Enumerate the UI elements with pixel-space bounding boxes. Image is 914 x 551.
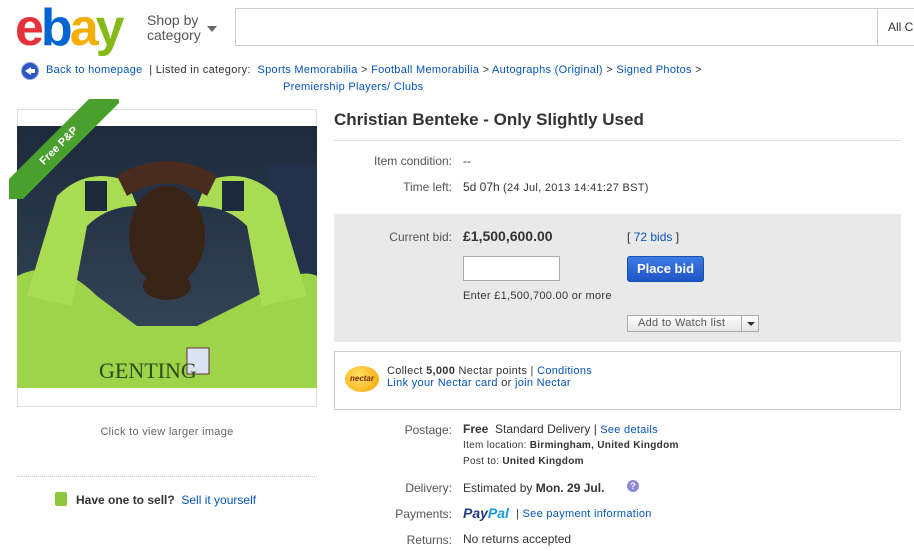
breadcrumb-separator: > (606, 64, 613, 76)
payment-info: | See payment information (516, 508, 652, 520)
sell-section: Have one to sell? Sell it yourself (76, 493, 256, 507)
divider (17, 476, 317, 477)
logo-letter-e: e (15, 0, 44, 57)
postage-value: Free Standard Delivery | See details (463, 422, 658, 436)
condition-value: -- (463, 154, 471, 168)
ribbon-label: Free P&P (9, 99, 119, 199)
listed-in-label: | Listed in category: (149, 64, 251, 76)
bid-history-link[interactable]: 72 bids (634, 230, 673, 244)
breadcrumb-item[interactable]: Signed Photos (616, 64, 691, 76)
breadcrumb-item[interactable]: Premiership Players/ Clubs (283, 81, 423, 93)
postage-label: Postage: (404, 423, 452, 437)
item-location-value: Birmingham, United Kingdom (529, 440, 679, 451)
logo-letter-y: y (95, 0, 125, 57)
delivery-prefix: Estimated by (463, 481, 533, 495)
sell-it-yourself-link[interactable]: Sell it yourself (181, 493, 256, 507)
paypal-logo: PayPal (463, 505, 509, 521)
returns-value: No returns accepted (463, 532, 572, 546)
free-pp-ribbon: Free P&P (9, 99, 119, 199)
watch-list-label: Add to Watch list (638, 317, 726, 329)
time-left-label: Time left: (403, 180, 452, 194)
chevron-down-icon[interactable] (747, 322, 755, 326)
breadcrumb-line2: Premiership Players/ Clubs (283, 80, 423, 95)
post-to: Post to: United Kingdom (463, 456, 584, 467)
nectar-collect: Collect 5,000 Nectar points | Conditions (387, 365, 592, 377)
post-to-label: Post to: (463, 456, 500, 467)
nectar-icon: nectar (345, 366, 379, 392)
delivery-value: Estimated by Mon. 29 Jul. (463, 481, 604, 495)
payments-label: Payments: (395, 507, 452, 521)
or-label: or (501, 377, 512, 389)
current-bid-label: Current bid: (389, 230, 452, 244)
breadcrumb-separator: > (482, 64, 490, 76)
link-nectar-card-link[interactable]: Link your Nectar card (387, 377, 498, 389)
current-bid-value: £1,500,600.00 (463, 228, 553, 244)
delivery-label: Delivery: (405, 481, 452, 495)
delivery-date: Mon. 29 Jul. (535, 481, 605, 495)
bracket: [ (627, 230, 631, 244)
breadcrumb-separator: > (361, 64, 368, 76)
points-suffix: Nectar points | (458, 365, 534, 377)
collect-label: Collect (387, 365, 423, 377)
post-to-value: United Kingdom (502, 456, 584, 467)
breadcrumb-item[interactable]: Autographs (Original) (492, 64, 603, 76)
item-location: Item location: Birmingham, United Kingdo… (463, 440, 679, 451)
nectar-points: 5,000 (426, 365, 456, 377)
payment-sep: | (516, 508, 520, 520)
tag-icon (55, 492, 67, 506)
shirt-sponsor-text: GENTING (99, 358, 197, 383)
chevron-down-icon (207, 26, 217, 32)
all-categories-select[interactable]: All C (877, 8, 914, 46)
end-time: (24 Jul, 2013 14:41:27 BST) (503, 182, 649, 194)
back-arrow-icon[interactable] (21, 62, 39, 80)
bracket: ] (675, 230, 680, 244)
conditions-link[interactable]: Conditions (537, 365, 592, 377)
nectar-links: Link your Nectar card or join Nectar (387, 377, 571, 389)
bid-amount-input[interactable] (463, 256, 560, 281)
breadcrumb-separator: > (695, 64, 702, 76)
page-title: Christian Benteke - Only Slightly Used (334, 110, 644, 129)
shop-by-category-button[interactable]: Shop by category (147, 12, 217, 43)
condition-label: Item condition: (373, 154, 452, 168)
breadcrumb-item[interactable]: Football Memorabilia (371, 64, 479, 76)
logo-letter-b: b (40, 0, 73, 57)
divider (741, 316, 742, 331)
bid-count: [ 72 bids ] (627, 230, 679, 244)
help-icon[interactable]: ? (627, 480, 639, 492)
sell-question: Have one to sell? (76, 493, 175, 507)
shop-by-label: Shop by (147, 12, 199, 28)
postage-service: Standard Delivery | (495, 422, 597, 436)
item-location-label: Item location: (463, 440, 527, 451)
category-label: category (147, 27, 201, 43)
search-input[interactable] (235, 8, 914, 46)
add-to-watch-list-button[interactable]: Add to Watch list (627, 315, 759, 332)
click-to-view-larger[interactable]: Click to view larger image (17, 426, 317, 438)
time-left-value: 5d 07h (463, 180, 500, 194)
breadcrumb: Back to homepage | Listed in category: S… (46, 63, 796, 78)
paypal-pal: Pal (487, 505, 509, 521)
back-to-homepage-link[interactable]: Back to homepage (46, 64, 143, 76)
time-left: 5d 07h (24 Jul, 2013 14:41:27 BST) (463, 180, 649, 194)
logo-letter-a: a (69, 0, 99, 57)
paypal-pay: Pay (463, 505, 488, 521)
ebay-logo[interactable]: ebay (15, 0, 125, 57)
see-details-link[interactable]: See details (600, 424, 658, 436)
divider (334, 140, 901, 141)
join-nectar-link[interactable]: join Nectar (515, 377, 571, 389)
postage-free: Free (463, 422, 489, 436)
bid-hint: Enter £1,500,700.00 or more (463, 290, 612, 302)
see-payment-info-link[interactable]: See payment information (523, 508, 652, 520)
breadcrumb-item[interactable]: Sports Memorabilia (257, 64, 357, 76)
place-bid-button[interactable]: Place bid (627, 256, 704, 282)
returns-label: Returns: (406, 533, 452, 547)
